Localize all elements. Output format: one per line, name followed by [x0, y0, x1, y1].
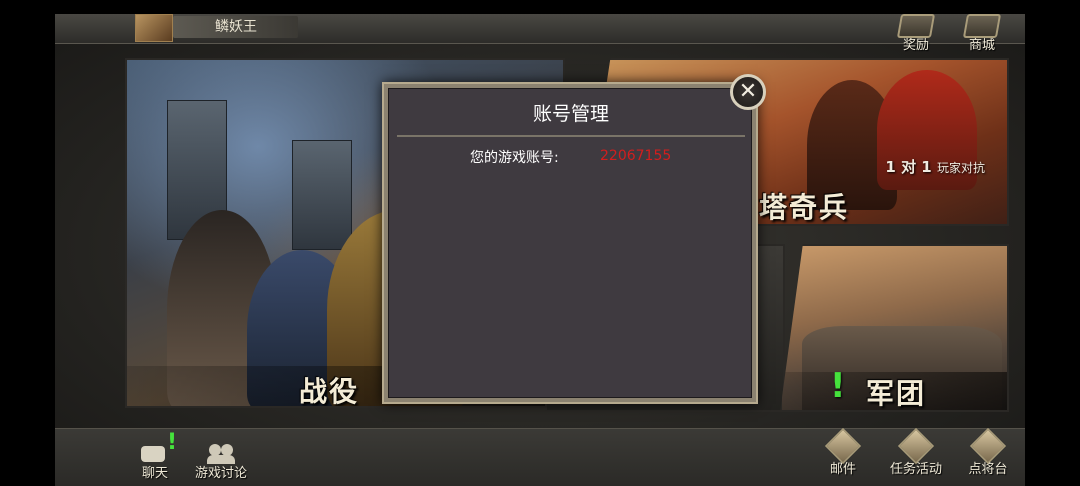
player-avatar[interactable]	[135, 14, 173, 42]
game-screen: 鳞妖王 奖励 商城 战役 1 对 1 玩家对抗 塔奇兵 ! 军团 ! 聊天 游戏…	[55, 14, 1025, 486]
reward-icon	[896, 14, 936, 38]
chat-alert-icon: !	[167, 430, 178, 455]
forum-button[interactable]: 游戏讨论	[186, 432, 256, 482]
shop-button[interactable]: 商城	[952, 14, 1012, 58]
shop-label: 商城	[968, 38, 995, 53]
account-dialog: 账号管理 您的游戏账号: 22067155	[388, 88, 752, 398]
reward-label: 奖励	[902, 38, 929, 53]
chat-icon: !	[137, 430, 177, 466]
chat-label: 聊天	[141, 466, 168, 481]
general-button[interactable]: 点将台	[953, 427, 1023, 478]
player-name: 鳞妖王	[215, 19, 257, 35]
tasks-label: 任务活动	[889, 462, 942, 477]
sword-icon	[969, 427, 1007, 465]
shop-icon	[962, 14, 1002, 38]
top-bar: 鳞妖王	[55, 14, 1025, 44]
legion-title: 军团	[866, 377, 927, 410]
pvp-title: 塔奇兵	[759, 191, 850, 224]
pvp-subtitle: 1 对 1 玩家对抗	[885, 158, 985, 176]
campaign-title: 战役	[299, 375, 360, 408]
dialog-divider	[397, 135, 745, 137]
forum-label: 游戏讨论	[194, 466, 247, 481]
mail-button[interactable]: 邮件	[808, 427, 878, 478]
account-value: 22067155	[600, 148, 672, 164]
reward-button[interactable]: 奖励	[886, 14, 946, 58]
account-label: 您的游戏账号:	[470, 150, 559, 166]
mail-label: 邮件	[829, 462, 856, 477]
tower-illustration	[292, 140, 352, 250]
legion-mode-panel[interactable]: ! 军团	[780, 244, 1009, 412]
people-icon	[203, 436, 239, 466]
tasks-button[interactable]: 任务活动	[881, 427, 951, 478]
scroll-icon	[897, 427, 935, 465]
dialog-title: 账号管理	[532, 103, 609, 125]
chat-button[interactable]: ! 聊天	[120, 430, 190, 482]
legion-alert-icon: !	[830, 366, 846, 406]
general-label: 点将台	[968, 462, 1008, 477]
close-dialog-button[interactable]: ✕	[730, 74, 766, 110]
close-icon: ✕	[738, 79, 758, 104]
mail-icon	[824, 427, 862, 465]
